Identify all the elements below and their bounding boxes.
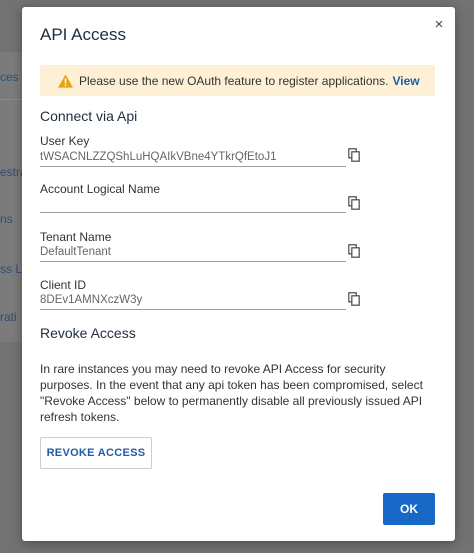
close-button[interactable]: × [431,15,447,33]
client-id-label: Client ID [40,278,87,292]
client-id-field[interactable]: 8DEv1AMNXczW3y [40,292,346,310]
warning-icon [58,73,73,88]
close-icon: × [434,15,444,33]
account-logical-name-field[interactable] [40,195,346,213]
alert-text: Please use the new OAuth feature to regi… [79,73,389,88]
tenant-name-label: Tenant Name [40,230,112,244]
ok-button[interactable]: OK [383,493,435,525]
connect-heading: Connect via Api [40,108,138,124]
background-nav-fragment: ns [0,212,13,226]
revoke-description: In rare instances you may need to revoke… [40,362,423,424]
copy-icon[interactable] [348,196,360,210]
user-key-field[interactable]: tWSACNLZZQShLuHQAIkVBne4YTkrQfEtoJ1 [40,149,346,167]
background-divider [0,99,22,100]
background-nav-fragment: estra [0,165,22,179]
copy-icon[interactable] [348,292,360,306]
background-nav-fragment: ss L [0,262,22,276]
api-access-dialog: API Access × Please use the new OAuth fe… [22,7,455,541]
account-logical-name-label: Account Logical Name [40,182,161,196]
copy-icon[interactable] [348,244,360,258]
user-key-label: User Key [40,134,90,148]
revoke-access-button[interactable]: REVOKE ACCESS [40,437,152,469]
copy-icon[interactable] [348,148,360,162]
background-nav-fragment: ces [0,70,19,84]
dialog-title: API Access [40,25,126,44]
background-nav-fragment: rati [0,310,17,324]
oauth-alert: Please use the new OAuth feature to regi… [40,65,435,96]
revoke-heading: Revoke Access [40,325,136,341]
view-link[interactable]: View [393,74,420,88]
tenant-name-field[interactable]: DefaultTenant [40,244,346,262]
